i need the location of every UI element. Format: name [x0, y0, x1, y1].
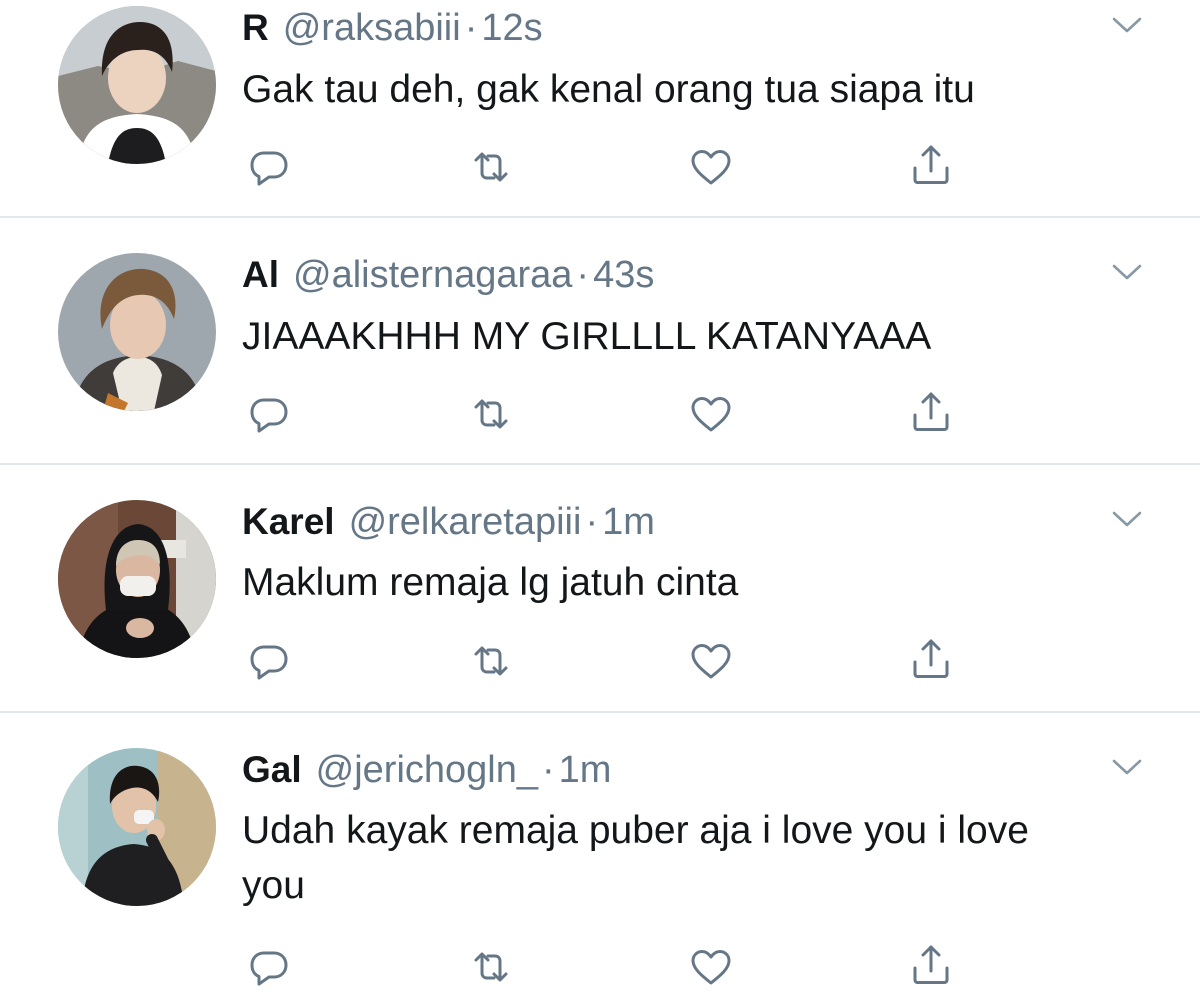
separator-dot: ·	[464, 7, 478, 49]
chevron-down-icon[interactable]	[1110, 14, 1144, 36]
reply-icon[interactable]	[245, 637, 293, 685]
share-icon[interactable]	[907, 388, 955, 436]
tweet-header: Karel @relkaretapiii · 1m	[242, 498, 655, 546]
separator-dot: ·	[576, 254, 590, 296]
retweet-icon[interactable]	[467, 637, 515, 685]
tweet-text: Maklum remaja lg jatuh cinta	[242, 561, 739, 604]
separator-dot: ·	[542, 749, 555, 791]
timestamp[interactable]: 1m	[602, 501, 655, 543]
timestamp[interactable]: 1m	[559, 749, 612, 791]
like-icon[interactable]	[687, 143, 735, 191]
tweet[interactable]: Al @alisternagaraa · 43s JIAAAKHHH MY GIRLL…	[0, 218, 1200, 465]
tweet-feed: R @raksabiii · 12s Gak tau deh, gak kenal o…	[0, 0, 1200, 995]
chevron-down-icon[interactable]	[1110, 261, 1144, 283]
tweet-header: R @raksabiii · 12s	[242, 4, 543, 52]
user-handle[interactable]: @alisternagaraa	[293, 254, 572, 296]
display-name[interactable]: R	[242, 7, 269, 48]
tweet[interactable]: Karel @relkaretapiii · 1m Maklum remaja lg …	[0, 465, 1200, 713]
like-icon[interactable]	[687, 390, 735, 438]
reply-icon[interactable]	[245, 390, 293, 438]
tweet[interactable]: R @raksabiii · 12s Gak tau deh, gak kenal o…	[0, 0, 1200, 218]
display-name[interactable]: Karel	[242, 501, 335, 542]
tweet-text: JIAAAKHHH MY GIRLLLL KATANYAAA	[242, 315, 932, 358]
chevron-down-icon[interactable]	[1110, 756, 1144, 778]
avatar[interactable]	[58, 253, 216, 411]
display-name[interactable]: Al	[242, 254, 279, 295]
share-icon[interactable]	[907, 141, 955, 189]
tweet-text: Udah kayak remaja puber aja i love you i…	[242, 809, 1029, 907]
user-handle[interactable]: @relkaretapiii	[349, 501, 582, 543]
tweet-text: Gak tau deh, gak kenal orang tua siapa i…	[242, 68, 975, 111]
tweet-header: Al @alisternagaraa · 43s	[242, 251, 654, 299]
separator-dot: ·	[585, 501, 599, 543]
reply-icon[interactable]	[245, 143, 293, 191]
reply-icon[interactable]	[245, 943, 293, 991]
like-icon[interactable]	[687, 637, 735, 685]
user-handle[interactable]: @raksabiii	[283, 7, 461, 49]
retweet-icon[interactable]	[467, 390, 515, 438]
retweet-icon[interactable]	[467, 143, 515, 191]
like-icon[interactable]	[687, 943, 735, 991]
chevron-down-icon[interactable]	[1110, 508, 1144, 530]
display-name[interactable]: Gal	[242, 749, 302, 790]
avatar[interactable]	[58, 748, 216, 906]
timestamp[interactable]: 12s	[481, 7, 542, 49]
tweet[interactable]: Gal @jerichogln_ · 1m Udah kayak remaja pub…	[0, 713, 1200, 995]
retweet-icon[interactable]	[467, 943, 515, 991]
avatar[interactable]	[58, 500, 216, 658]
user-handle[interactable]: @jerichogln_	[316, 749, 538, 791]
tweet-header: Gal @jerichogln_ · 1m	[242, 746, 611, 794]
share-icon[interactable]	[907, 635, 955, 683]
avatar[interactable]	[58, 6, 216, 164]
timestamp[interactable]: 43s	[593, 254, 654, 296]
share-icon[interactable]	[907, 941, 955, 989]
